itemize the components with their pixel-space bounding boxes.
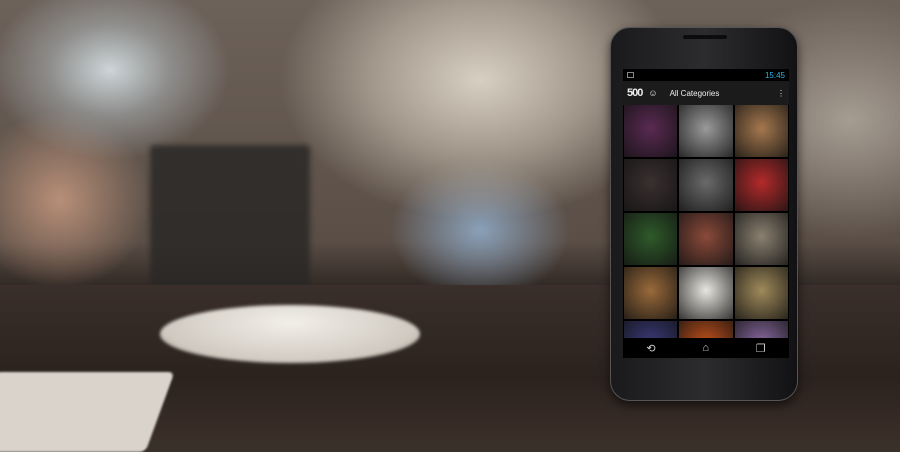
photo-thumbnail[interactable]: [734, 213, 788, 265]
notification-icon: [627, 72, 634, 78]
nav-bar: ⟲ ⌂ ❐: [623, 338, 789, 358]
photo-thumbnail[interactable]: [734, 267, 788, 319]
status-time: 15:45: [764, 70, 785, 80]
home-icon[interactable]: ⌂: [702, 342, 709, 354]
photo-thumbnail[interactable]: [734, 159, 788, 211]
photo-thumbnail[interactable]: [624, 267, 678, 319]
status-bar: 15:45: [623, 69, 789, 81]
photo-thumbnail[interactable]: [679, 213, 733, 265]
photo-thumbnail[interactable]: [679, 105, 733, 157]
speaker: [683, 35, 727, 39]
keyboard: [0, 372, 175, 452]
photo-thumbnail[interactable]: [624, 105, 678, 157]
user-icon[interactable]: ☺: [648, 88, 657, 98]
plant-pot: [150, 145, 310, 295]
photo-thumbnail[interactable]: [734, 105, 788, 157]
photo-grid: [623, 105, 789, 358]
photo-thumbnail[interactable]: [624, 159, 678, 211]
overflow-menu-icon[interactable]: ⋮: [777, 89, 785, 98]
app-logo[interactable]: 500: [627, 87, 643, 99]
photo-thumbnail[interactable]: [679, 159, 733, 211]
action-bar: 500 ☺ All Categories ⋮: [623, 81, 789, 105]
photo-thumbnail[interactable]: [624, 213, 678, 265]
category-dropdown[interactable]: All Categories: [670, 89, 771, 98]
phone-screen: 15:45 500 ☺ All Categories ⋮ ⟲ ⌂ ❐: [623, 69, 789, 358]
recents-icon[interactable]: ❐: [756, 342, 766, 355]
mouse: [160, 305, 420, 363]
phone: 15:45 500 ☺ All Categories ⋮ ⟲ ⌂ ❐: [610, 27, 798, 401]
photo-thumbnail[interactable]: [679, 267, 733, 319]
back-icon[interactable]: ⟲: [646, 342, 655, 355]
